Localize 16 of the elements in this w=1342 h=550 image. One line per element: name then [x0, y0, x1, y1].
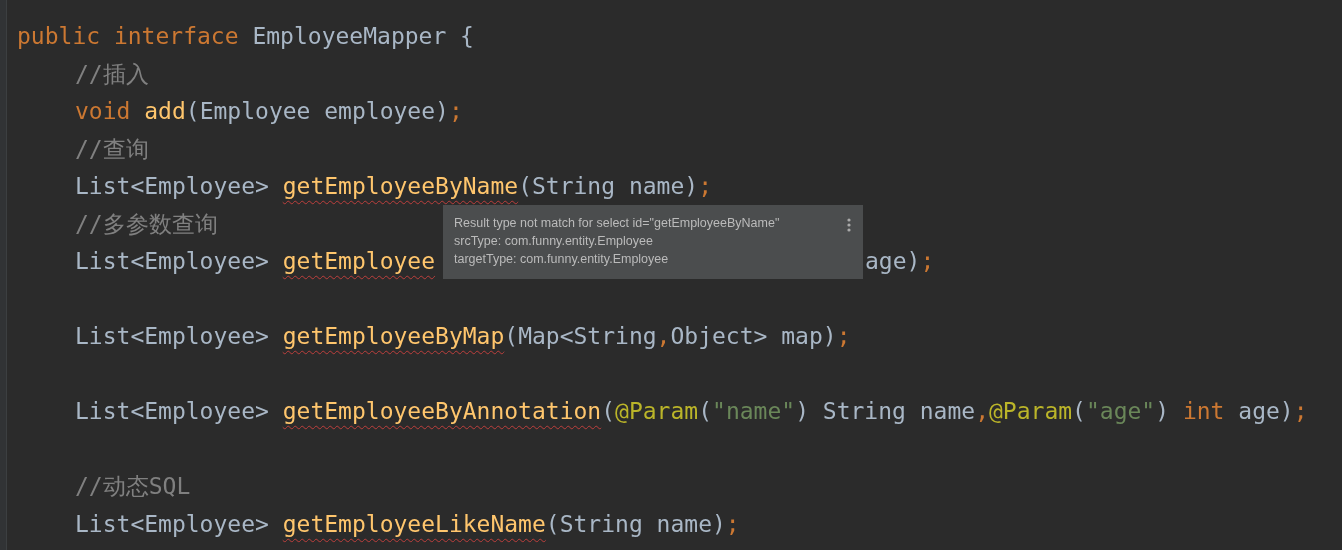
code-line: List<Employee> getEmployeeByAnnotation(@Param("name") String name,@Param("age") int age);: [75, 397, 1308, 426]
code-fragment: age);: [865, 247, 935, 276]
code-line: List<Employee> getEmployeeByName(String name);: [75, 172, 712, 201]
code-line: void add(Employee employee);: [75, 97, 463, 126]
code-line: //插入: [75, 59, 149, 89]
code-line: public interface EmployeeMapper {: [17, 22, 474, 51]
tooltip-text: srcType: com.funny.entity.Employee: [454, 233, 654, 250]
code-line: //动态SQL: [75, 472, 191, 501]
code-line: List<Employee> getEmployee: [75, 247, 436, 276]
code-line: List<Employee> getEmployeeByMap(Map<String,Object> map);: [75, 322, 851, 351]
more-options-icon[interactable]: [847, 218, 851, 232]
tooltip-text: Result type not match for select id="getEmployeeByName": [454, 215, 781, 232]
code-line: List<Employee> getEmployeeLikeName(String name);: [75, 509, 740, 539]
tooltip-text: targetType: com.funny.entity.Employee: [454, 251, 670, 268]
code-line: //查询: [75, 134, 149, 164]
code-line: //多参数查询: [75, 209, 218, 239]
